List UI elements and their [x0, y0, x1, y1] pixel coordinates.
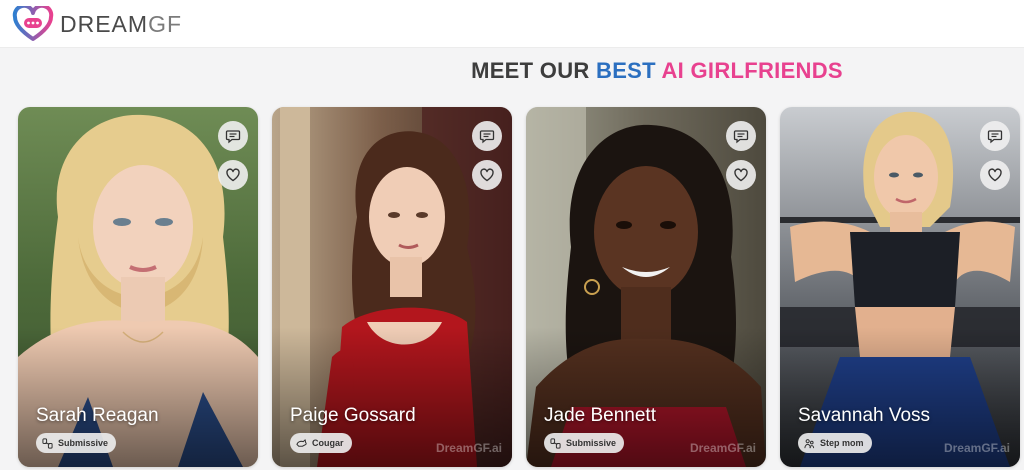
chat-icon — [225, 128, 241, 144]
top-bar: DREAMGF — [0, 0, 1024, 48]
heart-icon — [733, 167, 749, 183]
like-button[interactable] — [726, 160, 756, 190]
chat-icon — [479, 128, 495, 144]
heart-icon — [987, 167, 1003, 183]
heart-icon — [225, 167, 241, 183]
tag-label: Cougar — [312, 438, 344, 448]
chat-icon — [987, 128, 1003, 144]
companion-name: Jade Bennett — [544, 405, 656, 426]
watermark: DreamGF.ai — [689, 441, 756, 455]
companion-card-savannah-voss[interactable]: Savannah Voss Step mom DreamGF.ai — [780, 107, 1020, 467]
cougar-icon — [296, 438, 307, 449]
tag-label: Submissive — [58, 438, 109, 448]
heart-icon — [479, 167, 495, 183]
companion-name: Paige Gossard — [290, 405, 416, 426]
chat-button[interactable] — [472, 121, 502, 151]
chat-icon — [733, 128, 749, 144]
brand-name-suffix: GF — [148, 10, 183, 37]
companion-card-paige-gossard[interactable]: Paige Gossard Cougar DreamGF.ai — [272, 107, 512, 467]
personality-tag[interactable]: Submissive — [36, 433, 117, 453]
tag-label: Step mom — [820, 438, 864, 448]
companion-card-sarah-reagan[interactable]: Sarah Reagan Submissive — [18, 107, 258, 467]
like-button[interactable] — [218, 160, 248, 190]
brand-name: DREAMGF — [60, 11, 182, 38]
watermark: DreamGF.ai — [435, 441, 502, 455]
personality-tag[interactable]: Submissive — [544, 433, 625, 453]
brand-logo[interactable]: DREAMGF — [12, 6, 182, 42]
headline-best: BEST — [596, 58, 656, 83]
companion-card-jade-bennett[interactable]: Jade Bennett Submissive DreamGF.ai — [526, 107, 766, 467]
section-headline: MEET OUR BEST AI GIRLFRIENDS — [0, 58, 1024, 84]
chains-icon — [42, 438, 53, 449]
personality-tag[interactable]: Cougar — [290, 433, 352, 453]
headline-meet: MEET OUR — [471, 58, 597, 83]
brand-name-main: DREAM — [60, 10, 149, 37]
tag-label: Submissive — [566, 438, 617, 448]
companion-name: Sarah Reagan — [36, 405, 159, 426]
personality-tag[interactable]: Step mom — [798, 433, 872, 453]
chat-button[interactable] — [726, 121, 756, 151]
chains-icon — [550, 438, 561, 449]
watermark: DreamGF.ai — [943, 441, 1010, 455]
heart-chat-logo-icon — [12, 6, 54, 41]
family-icon — [804, 438, 815, 449]
companion-name: Savannah Voss — [798, 405, 931, 426]
chat-button[interactable] — [218, 121, 248, 151]
like-button[interactable] — [472, 160, 502, 190]
like-button[interactable] — [980, 160, 1010, 190]
headline-ai-girlfriends: AI GIRLFRIENDS — [655, 58, 843, 83]
chat-button[interactable] — [980, 121, 1010, 151]
